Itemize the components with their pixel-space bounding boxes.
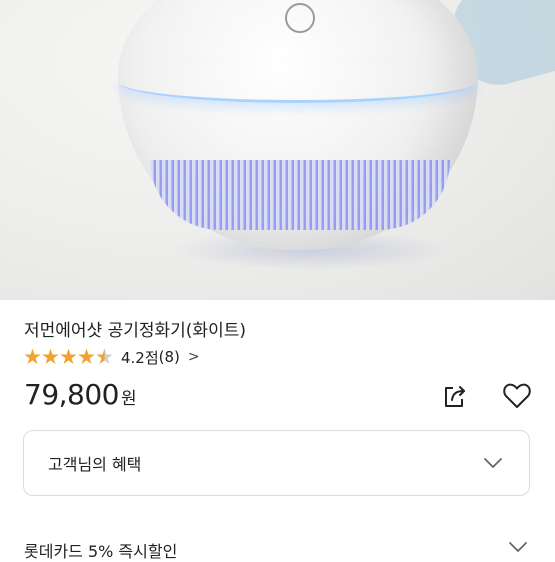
star-icon [24, 348, 41, 364]
price-unit: 원 [120, 389, 137, 409]
air-vent-grille [150, 160, 450, 230]
share-button[interactable] [437, 378, 473, 414]
heart-icon [503, 383, 531, 408]
product-image[interactable] [0, 0, 555, 300]
price-value: 79,800 [24, 378, 119, 411]
product-title: 저먼에어샷 공기정화기(화이트) [24, 321, 246, 341]
led-ring [118, 60, 478, 103]
share-icon [445, 386, 465, 407]
card-discount-promo[interactable]: 롯데카드 5% 즉시할인 [24, 538, 177, 562]
customer-benefits-label: 고객님의 혜택 [48, 455, 142, 474]
chevron-right-icon: > [187, 349, 200, 365]
customer-benefits-dropdown[interactable]: 고객님의 혜택 [23, 430, 530, 496]
chevron-down-icon [509, 542, 527, 552]
power-button-on-device [285, 3, 315, 33]
price: 79,800 원 [24, 378, 137, 411]
star-icon [60, 348, 77, 364]
star-icon [42, 348, 59, 364]
rating-score: 4.2점 [121, 348, 159, 367]
half-star-icon [96, 348, 113, 364]
rating-link[interactable]: 4.2점 (8) > [24, 346, 200, 368]
star-icon [78, 348, 95, 364]
review-count: (8) [158, 348, 180, 366]
wishlist-button[interactable] [499, 378, 535, 414]
chevron-down-icon [484, 458, 502, 468]
star-rating [24, 348, 113, 366]
